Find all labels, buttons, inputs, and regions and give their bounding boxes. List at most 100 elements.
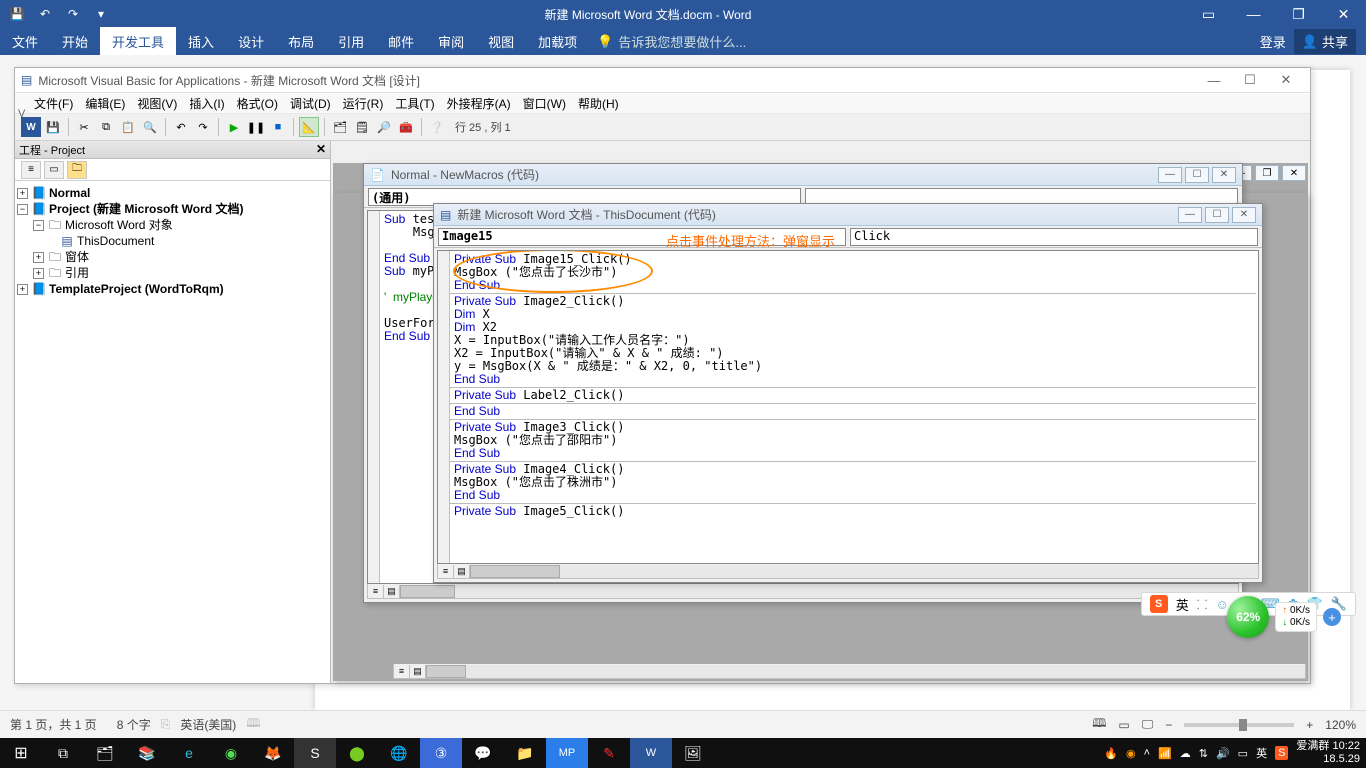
- readmode-icon[interactable]: 🕮: [1092, 714, 1106, 735]
- help-icon[interactable]: ❔: [427, 117, 447, 137]
- tray-wifi-icon[interactable]: 📶: [1158, 747, 1172, 760]
- start-button[interactable]: ⊞: [0, 738, 42, 768]
- zoom-out-icon[interactable]: −: [1165, 718, 1172, 732]
- thisdoc-procedure-selector[interactable]: Click: [850, 228, 1258, 246]
- design-mode-icon[interactable]: 📐: [299, 117, 319, 137]
- view-object-icon[interactable]: ▭: [44, 161, 64, 179]
- bgwin-restore-icon[interactable]: ❐: [1255, 165, 1279, 181]
- menu-debug[interactable]: 调试(D): [285, 93, 336, 114]
- tab-file[interactable]: 文件: [0, 27, 50, 56]
- taskbar-app-fileexplorer[interactable]: 🗂: [84, 738, 126, 768]
- zoom-in-icon[interactable]: +: [1306, 718, 1313, 732]
- menu-file[interactable]: 文件(F): [29, 93, 78, 114]
- newmacros-full-view-icon[interactable]: ▤: [384, 585, 400, 598]
- menu-addins[interactable]: 外接程序(A): [442, 93, 516, 114]
- thisdoc-close-icon[interactable]: ✕: [1232, 207, 1256, 223]
- sogou-punct-icon[interactable]: ⸬: [1197, 595, 1208, 613]
- status-language[interactable]: 英语(美国): [180, 716, 236, 733]
- menu-tools[interactable]: 工具(T): [390, 93, 439, 114]
- tab-view[interactable]: 视图: [476, 27, 526, 56]
- autosave-icon[interactable]: 💾: [8, 5, 26, 23]
- thisdoc-title-bar[interactable]: ▤ 新建 Microsoft Word 文档 - ThisDocument (代…: [434, 204, 1262, 226]
- menu-view[interactable]: 视图(V): [132, 93, 182, 114]
- reset-icon[interactable]: ■: [268, 117, 288, 137]
- zoom-percent[interactable]: 120%: [1325, 718, 1356, 732]
- login-link[interactable]: 登录: [1260, 32, 1286, 51]
- newmacros-title-bar[interactable]: 📄 Normal - NewMacros (代码) ― ☐ ✕: [364, 164, 1242, 186]
- taskbar-app-360[interactable]: ◉: [210, 738, 252, 768]
- tab-addins[interactable]: 加载项: [526, 27, 589, 56]
- break-icon[interactable]: ❚❚: [246, 117, 266, 137]
- bgwin-proc-view-icon[interactable]: ≡: [394, 665, 410, 678]
- vba-maximize-icon[interactable]: ☐: [1232, 68, 1268, 93]
- menu-window[interactable]: 窗口(W): [518, 93, 571, 114]
- close-icon[interactable]: ✕: [1321, 0, 1366, 28]
- newmacros-maximize-icon[interactable]: ☐: [1185, 167, 1209, 183]
- netmon-expand-icon[interactable]: +: [1323, 608, 1341, 626]
- tray-bluetooth-icon[interactable]: ⇅: [1199, 747, 1208, 760]
- tray-volume-icon[interactable]: 🔊: [1216, 747, 1230, 760]
- tray-onedrive-icon[interactable]: ☁: [1180, 747, 1191, 760]
- newmacros-proc-view-icon[interactable]: ≡: [368, 585, 384, 598]
- minimize-icon[interactable]: ―: [1231, 0, 1276, 28]
- ribbon-display-icon[interactable]: ▭: [1186, 0, 1231, 28]
- bgwin-close-icon[interactable]: ✕: [1282, 165, 1306, 181]
- taskbar-app-photos[interactable]: 🖼: [672, 738, 714, 768]
- network-monitor-widget[interactable]: 62% ↑ 0K/s ↓ 0K/s +: [1227, 596, 1341, 638]
- bgwin-hscrollbar[interactable]: [426, 665, 1305, 678]
- redo-icon[interactable]: ↷: [64, 5, 82, 23]
- tab-design[interactable]: 设计: [226, 27, 276, 56]
- share-button[interactable]: 👤共享: [1294, 29, 1356, 54]
- paste-icon[interactable]: 📋: [118, 117, 138, 137]
- tray-chevron-icon[interactable]: ˄: [1144, 747, 1150, 759]
- undo-icon[interactable]: ↶: [36, 5, 54, 23]
- newmacros-minimize-icon[interactable]: ―: [1158, 167, 1182, 183]
- tree-node-references[interactable]: +🗀引用: [17, 265, 328, 281]
- taskbar-app-folder[interactable]: 📁: [504, 738, 546, 768]
- tab-developer[interactable]: 开发工具: [100, 27, 176, 56]
- tell-me-input[interactable]: 💡告诉我您想要做什么...: [597, 32, 746, 51]
- taskbar-app-firefox[interactable]: 🦊: [252, 738, 294, 768]
- tree-node-template[interactable]: +📘TemplateProject (WordToRqm): [17, 281, 328, 297]
- taskbar-app-wechat[interactable]: 💬: [462, 738, 504, 768]
- menu-run[interactable]: 运行(R): [338, 93, 389, 114]
- bgwin-full-view-icon[interactable]: ▤: [410, 665, 426, 678]
- thisdoc-hscrollbar[interactable]: [470, 565, 1258, 578]
- tree-node-normal[interactable]: +📘Normal: [17, 185, 328, 201]
- sogou-lang-label[interactable]: 英: [1176, 595, 1189, 614]
- tree-node-word-objects[interactable]: −🗀Microsoft Word 对象: [17, 217, 328, 233]
- menu-insert[interactable]: 插入(I): [184, 93, 229, 114]
- task-view-icon[interactable]: ⧉: [42, 738, 84, 768]
- newmacros-close-icon[interactable]: ✕: [1212, 167, 1236, 183]
- menu-help[interactable]: 帮助(H): [573, 93, 624, 114]
- thisdoc-proc-view-icon[interactable]: ≡: [438, 565, 454, 578]
- menu-format[interactable]: 格式(O): [232, 93, 283, 114]
- word-app-icon[interactable]: W: [21, 117, 41, 137]
- tab-mailings[interactable]: 邮件: [376, 27, 426, 56]
- weblayout-icon[interactable]: 🖵: [1142, 717, 1154, 732]
- tab-home[interactable]: 开始: [50, 27, 100, 56]
- tab-review[interactable]: 审阅: [426, 27, 476, 56]
- printlayout-icon[interactable]: ▭: [1118, 718, 1129, 732]
- find-icon[interactable]: 🔍: [140, 117, 160, 137]
- tree-node-forms[interactable]: +🗀窗体: [17, 249, 328, 265]
- tree-node-project[interactable]: −📘Project (新建 Microsoft Word 文档): [17, 201, 328, 217]
- zoom-slider[interactable]: [1184, 723, 1294, 727]
- taskbar-app-unknown1[interactable]: ⬤: [336, 738, 378, 768]
- tray-sogou-icon[interactable]: S: [1275, 746, 1288, 760]
- thisdoc-maximize-icon[interactable]: ☐: [1205, 207, 1229, 223]
- thisdoc-full-view-icon[interactable]: ▤: [454, 565, 470, 578]
- thisdoc-minimize-icon[interactable]: ―: [1178, 207, 1202, 223]
- tray-icon-2[interactable]: ◉: [1126, 747, 1136, 760]
- copy-icon[interactable]: ⧉: [96, 117, 116, 137]
- newmacros-hscrollbar[interactable]: [400, 585, 1238, 598]
- tab-insert[interactable]: 插入: [176, 27, 226, 56]
- object-browser-icon[interactable]: 🔎: [374, 117, 394, 137]
- save-icon[interactable]: 💾: [43, 117, 63, 137]
- tray-action-center-icon[interactable]: ▭: [1238, 747, 1248, 760]
- run-icon[interactable]: ▶: [224, 117, 244, 137]
- restore-icon[interactable]: ❐: [1276, 0, 1321, 28]
- vba-title-bar[interactable]: ▤ Microsoft Visual Basic for Application…: [15, 68, 1310, 93]
- taskbar-clock[interactable]: 爱满群 10:22 18.5.29: [1296, 740, 1360, 766]
- taskbar-app-mp[interactable]: MP: [546, 738, 588, 768]
